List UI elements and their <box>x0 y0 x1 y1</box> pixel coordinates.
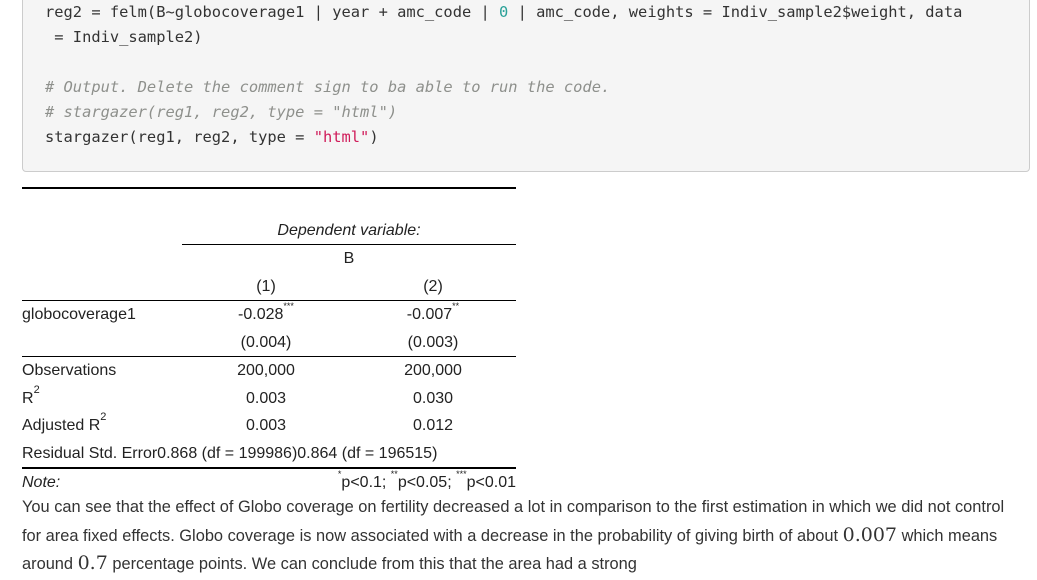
note-label: Note: <box>22 474 61 491</box>
significance-stars: ** <box>390 469 398 479</box>
significance-stars: ** <box>452 301 460 311</box>
note-item: p<0.05; <box>397 474 457 491</box>
dependent-variable-name: B <box>343 250 355 267</box>
code-text: reg2 = felm(B~globocoverage1 | year + am… <box>45 3 500 21</box>
note-item: p<0.1; <box>341 474 391 491</box>
paragraph-text: percentage points. We can conclude from … <box>107 555 637 573</box>
stat-row: Residual Std. Error0.868 (df = 199986)0.… <box>22 439 516 469</box>
code-line-2: = Indiv_sample2) <box>45 28 203 46</box>
stat-label: Observations <box>22 362 117 379</box>
math-value: 0.007 <box>842 523 898 546</box>
significance-stars: * <box>337 469 342 479</box>
stat-value: 0.864 (df = 196515) <box>297 444 438 462</box>
column-header: (2) <box>350 272 516 301</box>
table-top-rule <box>22 187 516 217</box>
code-text: ) <box>369 128 379 146</box>
residual-std-error: Residual Std. Error0.868 (df = 199986)0.… <box>22 439 516 469</box>
stat-value: 0.003 <box>245 417 287 434</box>
stat-value: 0.003 <box>245 389 287 407</box>
stat-row: R2 0.003 0.030 <box>22 383 516 413</box>
stat-label: R2 <box>22 383 182 413</box>
column-header-row: (1) (2) <box>22 272 516 301</box>
note-text: *p<0.1; **p<0.05; ***p<0.01 <box>182 468 516 497</box>
regression-table: Dependent variable: B (1) (2) globocover… <box>22 187 516 497</box>
note-row: Note: *p<0.1; **p<0.05; ***p<0.01 <box>22 468 516 497</box>
coef-cell: -0.007** <box>350 301 516 329</box>
stat-label: Residual Std. Error <box>22 444 158 462</box>
code-content: reg2 = felm(B~globocoverage1 | year + am… <box>45 0 962 150</box>
code-comment-2: # stargazer(reg1, reg2, type = "html") <box>45 103 398 121</box>
stat-row: Observations 200,000 200,000 <box>22 357 516 385</box>
math-value: 0.7 <box>77 552 108 574</box>
superscript: 2 <box>100 411 107 423</box>
code-line-6: stargazer(reg1, reg2, type = "html") <box>45 125 962 150</box>
column-header: (1) <box>182 272 350 301</box>
table-row: (0.004) (0.003) <box>22 328 516 357</box>
code-string: "html" <box>313 128 370 146</box>
code-text: stargazer(reg1, reg2, type = <box>45 128 314 146</box>
stat-value: 200,000 <box>404 362 462 379</box>
dependent-variable-name-row: B <box>22 245 516 273</box>
code-text: | amc_code, weights = Indiv_sample2$weig… <box>508 3 963 21</box>
dependent-variable-label: Dependent variable: <box>182 216 516 245</box>
code-line-1: reg2 = felm(B~globocoverage1 | year + am… <box>45 0 962 25</box>
stat-value: 200,000 <box>237 362 295 379</box>
stat-value: 0.012 <box>412 417 454 434</box>
stat-value: 0.030 <box>412 389 454 407</box>
significance-stars: *** <box>456 469 467 479</box>
stat-row: Adjusted R2 0.003 0.012 <box>22 411 516 440</box>
code-number: 0 <box>499 3 509 21</box>
note-item: p<0.01 <box>466 474 516 491</box>
table-row: globocoverage1 -0.028*** -0.007** <box>22 301 516 329</box>
code-comment-1: # Output. Delete the comment sign to ba … <box>45 78 611 96</box>
superscript: 2 <box>33 383 40 396</box>
coef-value: -0.028 <box>238 306 284 323</box>
se-cell: (0.003) <box>350 328 516 357</box>
stat-label-text: Adjusted R <box>22 417 101 434</box>
significance-stars: *** <box>283 301 294 311</box>
stat-value: 0.868 (df = 199986) <box>157 444 298 462</box>
stat-label-text: R <box>22 389 34 407</box>
row-label: globocoverage1 <box>22 306 136 323</box>
coef-cell: -0.028*** <box>182 301 350 329</box>
body-paragraph: You can see that the effect of Globo cov… <box>22 494 1022 579</box>
stat-label: Adjusted R2 <box>22 411 182 440</box>
coef-value: -0.007 <box>406 306 453 323</box>
se-cell: (0.004) <box>182 328 350 357</box>
dependent-variable-row: Dependent variable: <box>22 216 516 245</box>
